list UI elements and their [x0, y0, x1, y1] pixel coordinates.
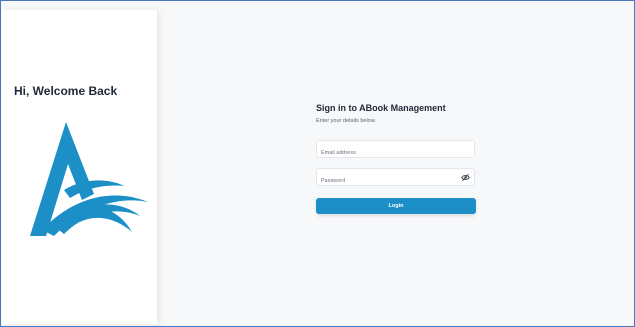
- sign-in-subtitle: Enter your details below.: [316, 118, 376, 124]
- sign-in-panel: [158, 1, 634, 326]
- password-input[interactable]: [317, 173, 474, 189]
- welcome-heading: Hi, Welcome Back: [14, 84, 118, 98]
- login-button[interactable]: Login: [316, 198, 476, 214]
- abook-logo-icon: [30, 122, 148, 236]
- email-field[interactable]: [316, 140, 475, 161]
- eye-off-icon[interactable]: [461, 173, 470, 182]
- sign-in-title: Sign in to ABook Management: [316, 103, 446, 113]
- email-input[interactable]: [317, 145, 474, 161]
- password-field[interactable]: [316, 168, 475, 189]
